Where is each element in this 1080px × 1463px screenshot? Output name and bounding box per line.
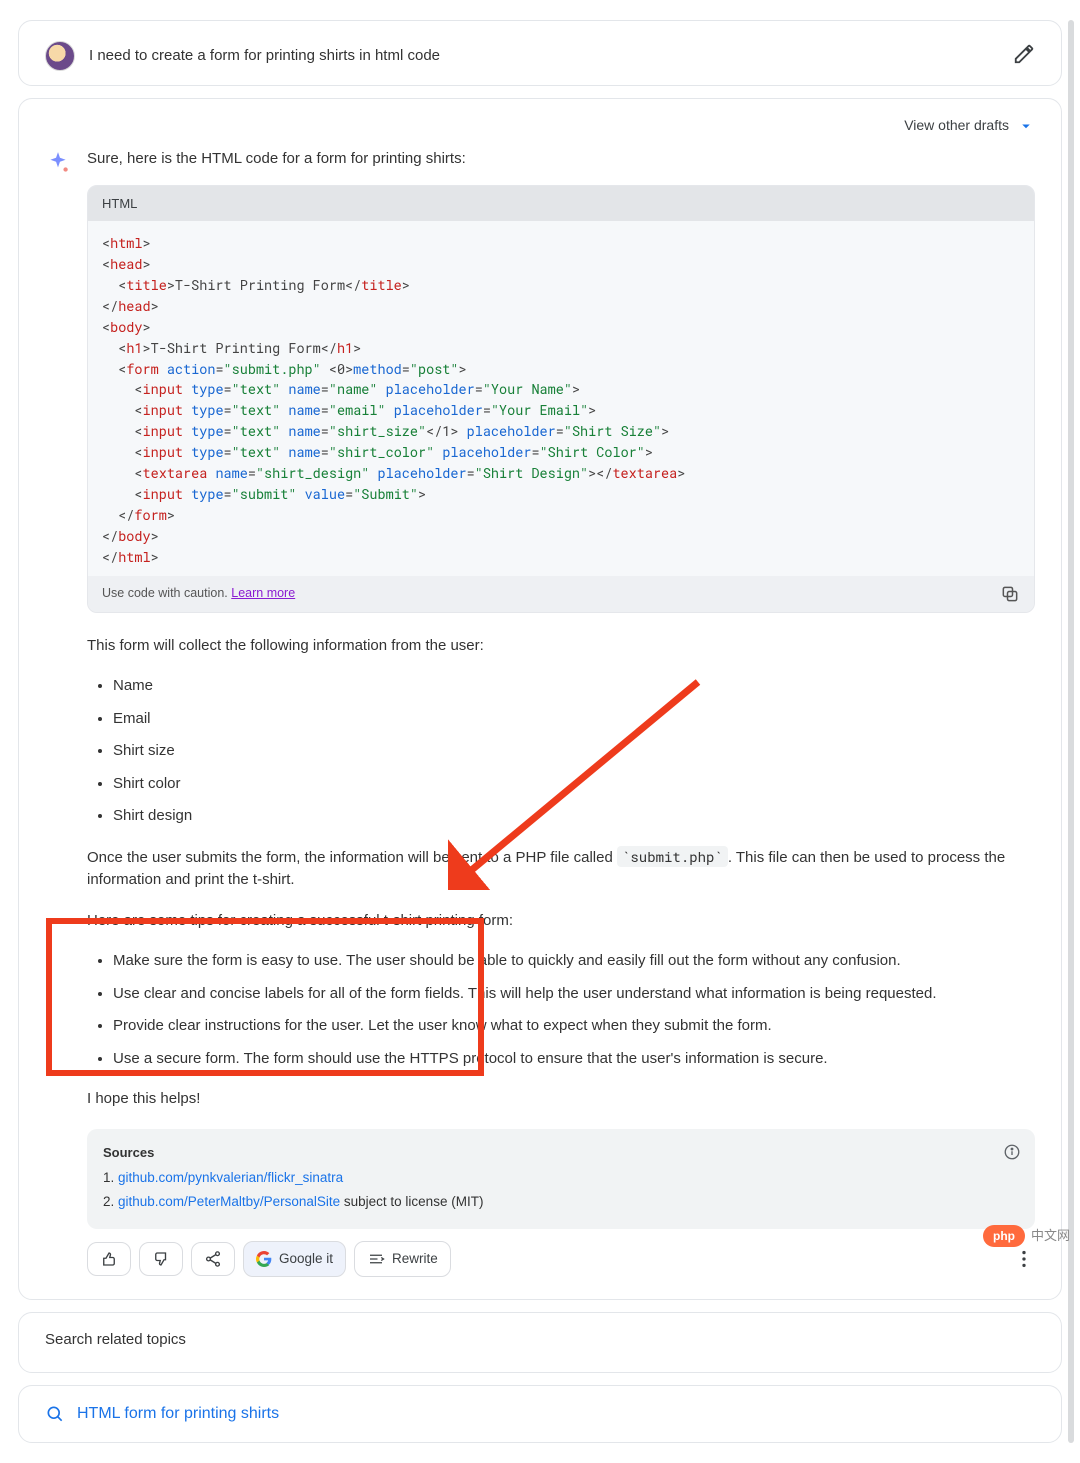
watermark: php 中文网 [983,1225,1070,1247]
tips-list: Make sure the form is easy to use. The u… [113,950,1035,1070]
thumbs-down-button[interactable] [139,1242,183,1276]
related-item-label: HTML form for printing shirts [77,1402,279,1426]
view-drafts-label: View other drafts [904,115,1009,136]
chevron-down-icon [1017,117,1035,135]
thumbs-down-icon [152,1250,170,1268]
related-card: Search related topics [18,1312,1062,1373]
code-lang-label: HTML [88,186,1034,222]
view-drafts-button[interactable]: View other drafts [45,113,1035,148]
share-button[interactable] [191,1242,235,1276]
avatar [45,41,75,71]
code-content[interactable]: <html> <head> <title>T-Shirt Printing Fo… [88,221,1034,576]
inline-code: `submit.php` [617,846,728,867]
rewrite-icon [367,1250,385,1268]
rewrite-button[interactable]: Rewrite [354,1241,451,1277]
fields-list: Name Email Shirt size Shirt color Shirt desi… [113,675,1035,828]
list-item: Make sure the form is easy to use. The u… [113,950,1035,973]
thumbs-up-icon [100,1250,118,1268]
action-bar: Google it Rewrite [87,1241,1035,1291]
search-icon [45,1404,65,1424]
share-icon [204,1250,222,1268]
google-it-label: Google it [279,1249,333,1269]
prompt-text: I need to create a form for printing shi… [89,45,440,68]
info-icon[interactable] [1003,1143,1021,1161]
response-card: View other drafts Sure, here is the HTML… [18,98,1062,1300]
source-item: 2. github.com/PeterMaltby/PersonalSite s… [103,1192,1019,1212]
list-item: Use clear and concise labels for all of … [113,983,1035,1006]
closing: I hope this helps! [87,1088,1035,1111]
sources-title: Sources [103,1143,1019,1163]
learn-more-link[interactable]: Learn more [231,586,295,600]
list-item: Name [113,675,1035,698]
thumbs-up-button[interactable] [87,1242,131,1276]
paragraph: This form will collect the following inf… [87,635,1035,658]
watermark-text: 中文网 [1031,1226,1070,1246]
list-item: Shirt design [113,805,1035,828]
more-menu-icon[interactable] [1013,1248,1035,1270]
list-item: Shirt color [113,773,1035,796]
source-item: 1. github.com/pynkvalerian/flickr_sinatr… [103,1168,1019,1188]
paragraph: Here are some tips for creating a succes… [87,910,1035,933]
google-icon [256,1251,272,1267]
list-item: Shirt size [113,740,1035,763]
google-it-button[interactable]: Google it [243,1241,346,1277]
paragraph: Once the user submits the form, the info… [87,846,1035,892]
code-block: HTML <html> <head> <title>T-Shirt Printi… [87,185,1035,613]
rewrite-label: Rewrite [392,1249,438,1269]
list-item: Use a secure form. The form should use t… [113,1048,1035,1071]
sparkle-icon [45,150,71,176]
response-intro: Sure, here is the HTML code for a form f… [87,148,1035,171]
source-link[interactable]: github.com/PeterMaltby/PersonalSite [118,1194,340,1209]
sources-box: Sources 1. github.com/pynkvalerian/flick… [87,1129,1035,1229]
edit-icon[interactable] [1013,43,1035,65]
source-link[interactable]: github.com/pynkvalerian/flickr_sinatra [118,1170,343,1185]
list-item: Provide clear instructions for the user.… [113,1015,1035,1038]
list-item: Email [113,708,1035,731]
watermark-pill: php [983,1225,1025,1247]
related-title: Search related topics [45,1329,1035,1352]
code-caution: Use code with caution. Learn more [102,584,295,603]
copy-icon[interactable] [1000,584,1020,604]
prompt-card: I need to create a form for printing shi… [18,20,1062,86]
related-item[interactable]: HTML form for printing shirts [18,1385,1062,1443]
